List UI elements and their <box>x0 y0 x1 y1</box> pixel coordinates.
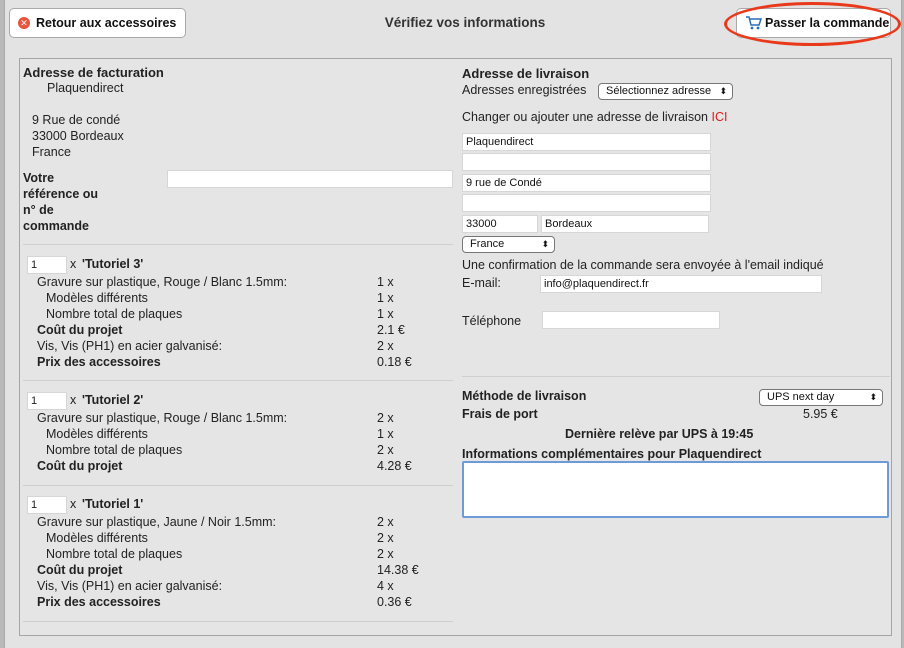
project-cost-label: Coût du projet <box>37 323 123 337</box>
models-label: Modèles différents <box>46 291 148 305</box>
shipping-fee-value: 5.95 € <box>803 407 838 421</box>
content-panel: Adresse de facturation Plaquendirect 9 R… <box>19 58 892 636</box>
times-sign: x <box>70 497 77 511</box>
divider <box>23 485 453 486</box>
phone-label: Téléphone <box>462 314 522 328</box>
billing-heading: Adresse de facturation <box>23 65 164 80</box>
shipping-method-value: UPS next day <box>767 391 835 403</box>
change-address-text: Changer ou ajouter une adresse de livrai… <box>462 110 727 124</box>
select-arrows-icon: ⬍ <box>719 86 727 96</box>
times-sign: x <box>70 393 77 407</box>
plates-label: Nombre total de plaques <box>46 443 183 457</box>
saved-address-select[interactable]: Sélectionnez adresse ⬍ <box>598 83 733 100</box>
top-bar: ✕ Retour aux accessoires Vérifiez vos in… <box>5 0 901 48</box>
shipping-heading: Adresse de livraison <box>462 66 590 81</box>
country-value: France <box>470 238 505 250</box>
reference-label-line2: référence ou <box>23 187 99 201</box>
divider <box>462 376 890 377</box>
engraving-label: Gravure sur plastique, Jaune / Noir 1.5m… <box>37 515 276 529</box>
place-order-button[interactable]: Passer la commande <box>736 8 891 38</box>
screws-label: Vis, Vis (PH1) en acier galvanisé: <box>37 339 223 353</box>
place-order-label: Passer la commande <box>765 16 890 30</box>
cart-icon <box>745 15 763 31</box>
project-cost-label: Coût du projet <box>37 459 123 473</box>
change-address-label: Changer ou ajouter une adresse de livrai… <box>462 110 708 124</box>
models-label: Modèles différents <box>46 427 148 441</box>
address-line2-input[interactable] <box>462 153 711 171</box>
close-icon: ✕ <box>18 17 30 29</box>
project-cost-label: Coût du projet <box>37 563 123 577</box>
divider <box>23 244 453 245</box>
additional-info-textarea[interactable] <box>462 461 889 518</box>
project-quantity-input[interactable]: 1 <box>27 392 67 410</box>
address-line3-input[interactable]: 9 rue de Condé <box>462 174 711 192</box>
saved-addresses-label: Adresses enregistrées <box>462 83 587 97</box>
change-address-link[interactable]: ICI <box>711 110 727 124</box>
screws-quantity: 2 x <box>377 339 394 353</box>
billing-street: 9 Rue de condé <box>32 113 121 127</box>
models-label: Modèles différents <box>46 531 148 545</box>
times-sign: x <box>70 257 77 271</box>
page-title: Vérifiez vos informations <box>384 15 546 30</box>
models-quantity: 2 x <box>377 531 394 545</box>
ups-pickup-time: Dernière relève par UPS à 19:45 <box>565 427 754 441</box>
divider <box>23 621 453 622</box>
plates-quantity: 2 x <box>377 547 394 561</box>
zip-input[interactable]: 33000 <box>462 215 538 233</box>
plates-quantity: 1 x <box>377 307 394 321</box>
accessories-price: 0.18 € <box>377 355 412 369</box>
shipping-method-select[interactable]: UPS next day ⬍ <box>759 389 883 406</box>
select-arrows-icon: ⬍ <box>869 392 877 402</box>
order-review-dialog: ✕ Retour aux accessoires Vérifiez vos in… <box>4 0 902 648</box>
address-line4-input[interactable] <box>462 194 711 212</box>
reference-label-line4: commande <box>23 219 89 233</box>
engraving-quantity: 1 x <box>377 275 394 289</box>
accessories-price-label: Prix des accessoires <box>37 595 161 609</box>
billing-company: Plaquendirect <box>47 81 124 95</box>
address-line1-input[interactable]: Plaquendirect <box>462 133 711 151</box>
country-select[interactable]: France ⬍ <box>462 236 555 253</box>
engraving-label: Gravure sur plastique, Rouge / Blanc 1.5… <box>37 275 288 289</box>
reference-input[interactable] <box>167 170 453 188</box>
plates-label: Nombre total de plaques <box>46 307 183 321</box>
back-button-label: Retour aux accessoires <box>36 16 177 30</box>
models-quantity: 1 x <box>377 427 394 441</box>
plates-quantity: 2 x <box>377 443 394 457</box>
project-cost: 2.1 € <box>377 323 405 337</box>
accessories-price-label: Prix des accessoires <box>37 355 161 369</box>
engraving-quantity: 2 x <box>377 411 394 425</box>
project-name: 'Tutoriel 1' <box>82 497 144 511</box>
select-arrows-icon: ⬍ <box>541 239 549 249</box>
email-input[interactable]: info@plaquendirect.fr <box>540 275 822 293</box>
engraving-quantity: 2 x <box>377 515 394 529</box>
saved-address-value: Sélectionnez adresse <box>606 85 712 97</box>
project-cost: 4.28 € <box>377 459 412 473</box>
project-name: 'Tutoriel 2' <box>82 393 144 407</box>
screws-label: Vis, Vis (PH1) en acier galvanisé: <box>37 579 223 593</box>
billing-country: France <box>32 145 71 159</box>
screws-quantity: 4 x <box>377 579 394 593</box>
additional-info-label: Informations complémentaires pour Plaque… <box>462 447 762 461</box>
confirmation-text: Une confirmation de la commande sera env… <box>462 258 824 272</box>
project-cost: 14.38 € <box>377 563 419 577</box>
project-quantity-input[interactable]: 1 <box>27 256 67 274</box>
back-to-accessories-button[interactable]: ✕ Retour aux accessoires <box>9 8 186 38</box>
models-quantity: 1 x <box>377 291 394 305</box>
billing-city: 33000 Bordeaux <box>32 129 124 143</box>
accessories-price: 0.36 € <box>377 595 412 609</box>
reference-label-line1: Votre <box>23 171 55 185</box>
engraving-label: Gravure sur plastique, Rouge / Blanc 1.5… <box>37 411 288 425</box>
city-input[interactable]: Bordeaux <box>541 215 709 233</box>
divider <box>23 380 453 381</box>
plates-label: Nombre total de plaques <box>46 547 183 561</box>
project-name: 'Tutoriel 3' <box>82 257 144 271</box>
shipping-method-label: Méthode de livraison <box>462 389 587 403</box>
reference-label-line3: n° de <box>23 203 54 217</box>
shipping-fee-label: Frais de port <box>462 407 538 421</box>
email-label: E-mail: <box>462 276 501 290</box>
phone-input[interactable] <box>542 311 720 329</box>
project-quantity-input[interactable]: 1 <box>27 496 67 514</box>
